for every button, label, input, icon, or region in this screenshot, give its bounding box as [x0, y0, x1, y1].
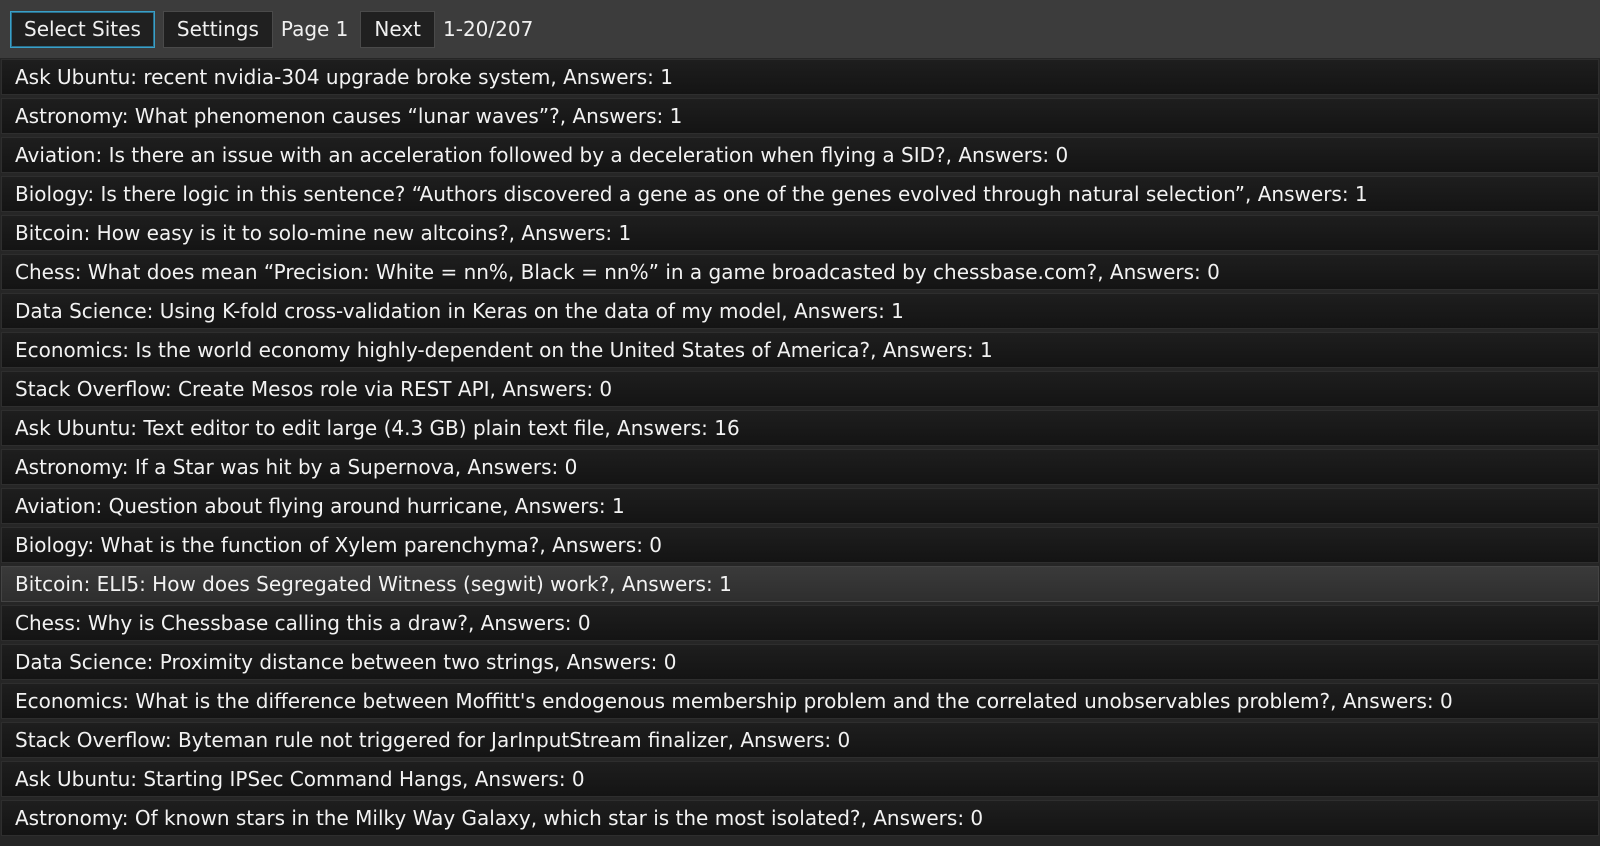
question-list: Ask Ubuntu: recent nvidia-304 upgrade br…	[0, 59, 1600, 839]
select-sites-button[interactable]: Select Sites	[10, 10, 155, 48]
toolbar: Select Sites Settings Page 1 Next 1-20/2…	[0, 0, 1600, 58]
question-row[interactable]: Aviation: Is there an issue with an acce…	[1, 137, 1599, 173]
question-row[interactable]: Economics: What is the difference betwee…	[1, 683, 1599, 719]
question-row[interactable]: Bitcoin: ELI5: How does Segregated Witne…	[1, 566, 1599, 602]
question-row[interactable]: Stack Overflow: Create Mesos role via RE…	[1, 371, 1599, 407]
question-row[interactable]: Astronomy: If a Star was hit by a Supern…	[1, 449, 1599, 485]
question-row[interactable]: Data Science: Proximity distance between…	[1, 644, 1599, 680]
question-row[interactable]: Ask Ubuntu: Starting IPSec Command Hangs…	[1, 761, 1599, 797]
page-indicator: Page 1	[280, 17, 349, 41]
question-row[interactable]: Chess: Why is Chessbase calling this a d…	[1, 605, 1599, 641]
question-row[interactable]: Stack Overflow: Byteman rule not trigger…	[1, 722, 1599, 758]
question-row[interactable]: Biology: Is there logic in this sentence…	[1, 176, 1599, 212]
question-row[interactable]: Ask Ubuntu: recent nvidia-304 upgrade br…	[1, 59, 1599, 95]
question-row[interactable]: Aviation: Question about flying around h…	[1, 488, 1599, 524]
next-button[interactable]: Next	[360, 10, 435, 48]
question-row[interactable]: Astronomy: What phenomenon causes “lunar…	[1, 98, 1599, 134]
question-row[interactable]: Chess: What does mean “Precision: White …	[1, 254, 1599, 290]
question-row[interactable]: Ask Ubuntu: Text editor to edit large (4…	[1, 410, 1599, 446]
result-range: 1-20/207	[443, 17, 534, 41]
question-row[interactable]: Data Science: Using K-fold cross-validat…	[1, 293, 1599, 329]
question-row[interactable]: Biology: What is the function of Xylem p…	[1, 527, 1599, 563]
settings-button[interactable]: Settings	[162, 10, 273, 48]
question-row[interactable]: Astronomy: Of known stars in the Milky W…	[1, 800, 1599, 836]
question-row[interactable]: Economics: Is the world economy highly-d…	[1, 332, 1599, 368]
question-row[interactable]: Bitcoin: How easy is it to solo-mine new…	[1, 215, 1599, 251]
